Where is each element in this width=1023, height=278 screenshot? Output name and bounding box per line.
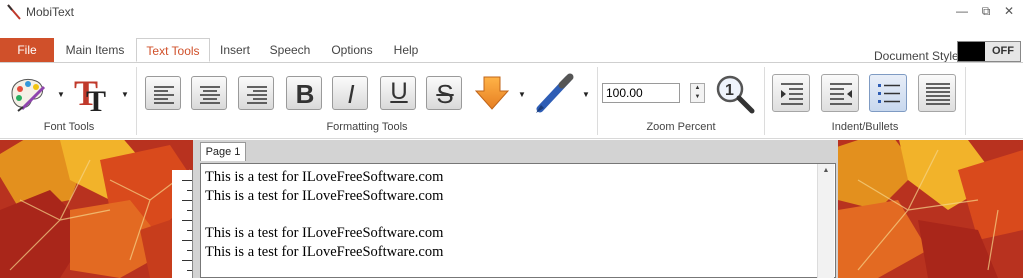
document-page[interactable]: This is a test for ILoveFreeSoftware.com…	[200, 163, 836, 278]
line-list-icon	[926, 83, 950, 105]
decrease-indent-icon	[830, 83, 852, 105]
app-title: MobiText	[26, 5, 75, 19]
vertical-scrollbar[interactable]: ▲	[817, 164, 834, 278]
highlight-dropdown-icon[interactable]: ▼	[518, 90, 526, 99]
title-bar: MobiText — ⧉ ✕	[0, 0, 1023, 28]
spin-down-icon[interactable]: ▼	[691, 93, 704, 102]
svg-text:T: T	[86, 85, 106, 115]
ribbon-tab-row: File Main Items Text Tools Insert Speech…	[0, 38, 1023, 62]
spin-up-icon[interactable]: ▲	[691, 84, 704, 93]
app-icon	[7, 4, 21, 20]
restore-icon[interactable]: ⧉	[976, 3, 996, 19]
bullet-list-button[interactable]	[869, 74, 907, 112]
highlight-arrow-icon[interactable]	[472, 73, 512, 113]
bullet-list-icon	[878, 84, 900, 103]
document-line[interactable]: This is a test for ILoveFreeSoftware.com	[205, 244, 443, 261]
bold-button[interactable]: B	[286, 76, 322, 110]
align-left-button[interactable]	[145, 76, 181, 110]
tab-speech[interactable]: Speech	[264, 38, 316, 62]
file-tab[interactable]: File	[0, 38, 54, 62]
magnifier-icon[interactable]: 1	[714, 73, 756, 115]
italic-icon: I	[347, 79, 355, 109]
zoom-spinner[interactable]: ▲ ▼	[690, 83, 705, 103]
document-line[interactable]: This is a test for ILoveFreeSoftware.com	[205, 188, 443, 205]
strikethrough-button[interactable]: S	[426, 76, 462, 110]
font-color-dropdown-icon[interactable]: ▼	[57, 90, 65, 99]
align-right-icon	[247, 86, 267, 104]
close-icon[interactable]: ✕	[999, 3, 1019, 19]
tab-options[interactable]: Options	[326, 38, 378, 62]
group-label-font-tools: Font Tools	[43, 121, 95, 133]
line-list-button[interactable]	[918, 74, 956, 112]
italic-button[interactable]: I	[332, 76, 368, 110]
zoom-percent-input[interactable]: 100.00	[602, 83, 680, 103]
scroll-up-icon[interactable]: ▲	[818, 167, 834, 174]
align-right-button[interactable]	[238, 76, 274, 110]
increase-indent-icon	[781, 83, 803, 105]
tab-help[interactable]: Help	[388, 38, 424, 62]
align-left-icon	[154, 86, 174, 104]
document-line[interactable]: This is a test for ILoveFreeSoftware.com	[205, 169, 443, 186]
group-label-zoom-percent: Zoom Percent	[646, 121, 716, 133]
align-center-icon	[200, 86, 220, 104]
svg-text:1: 1	[725, 82, 734, 99]
ribbon-panel: ▼ T T ▼ Font Tools B I U S ▼ ▼ Formattin…	[0, 62, 1023, 139]
decrease-indent-button[interactable]	[821, 74, 859, 112]
tab-main-items[interactable]: Main Items	[60, 38, 130, 62]
pen-color-dropdown-icon[interactable]: ▼	[582, 90, 590, 99]
group-divider	[965, 67, 966, 135]
underline-icon: U	[390, 78, 408, 105]
bold-icon: B	[295, 79, 315, 109]
align-center-button[interactable]	[191, 76, 227, 110]
group-label-formatting-tools: Formatting Tools	[326, 121, 408, 133]
minimize-icon[interactable]: —	[952, 3, 972, 19]
document-line[interactable]: This is a test for ILoveFreeSoftware.com	[205, 225, 443, 242]
group-label-indent-bullets: Indent/Bullets	[831, 121, 899, 133]
pen-color-icon[interactable]	[532, 71, 576, 115]
leaf-background-left	[0, 140, 200, 278]
leaf-background-right	[838, 140, 1023, 278]
font-style-dropdown-icon[interactable]: ▼	[121, 90, 129, 99]
tab-text-tools[interactable]: Text Tools	[136, 38, 210, 62]
strikethrough-icon: S	[436, 79, 454, 109]
increase-indent-button[interactable]	[772, 74, 810, 112]
vertical-ruler	[172, 170, 193, 278]
underline-button[interactable]: U	[380, 76, 416, 110]
tab-page-1[interactable]: Page 1	[200, 142, 246, 161]
font-color-palette-icon[interactable]	[8, 73, 48, 113]
tab-insert[interactable]: Insert	[214, 38, 256, 62]
font-style-icon[interactable]: T T	[72, 71, 116, 115]
